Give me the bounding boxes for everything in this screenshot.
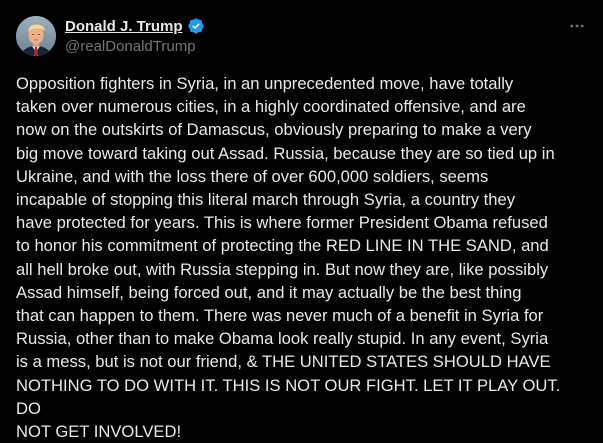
more-options-icon[interactable]: [567, 16, 587, 36]
profile-photo: [16, 16, 56, 56]
author-display-name[interactable]: Donald J. Trump: [65, 18, 183, 35]
post-card: Donald J. Trump @realDonaldTrump Opposit…: [0, 0, 603, 443]
verified-badge-icon[interactable]: [187, 17, 205, 35]
author-names: Donald J. Trump @realDonaldTrump: [65, 16, 205, 55]
author-handle[interactable]: @realDonaldTrump: [65, 38, 205, 55]
name-row: Donald J. Trump: [65, 16, 205, 36]
post-header: Donald J. Trump @realDonaldTrump: [16, 16, 587, 58]
avatar[interactable]: [16, 16, 56, 56]
post-text: Opposition fighters in Syria, in an unpr…: [16, 74, 561, 442]
